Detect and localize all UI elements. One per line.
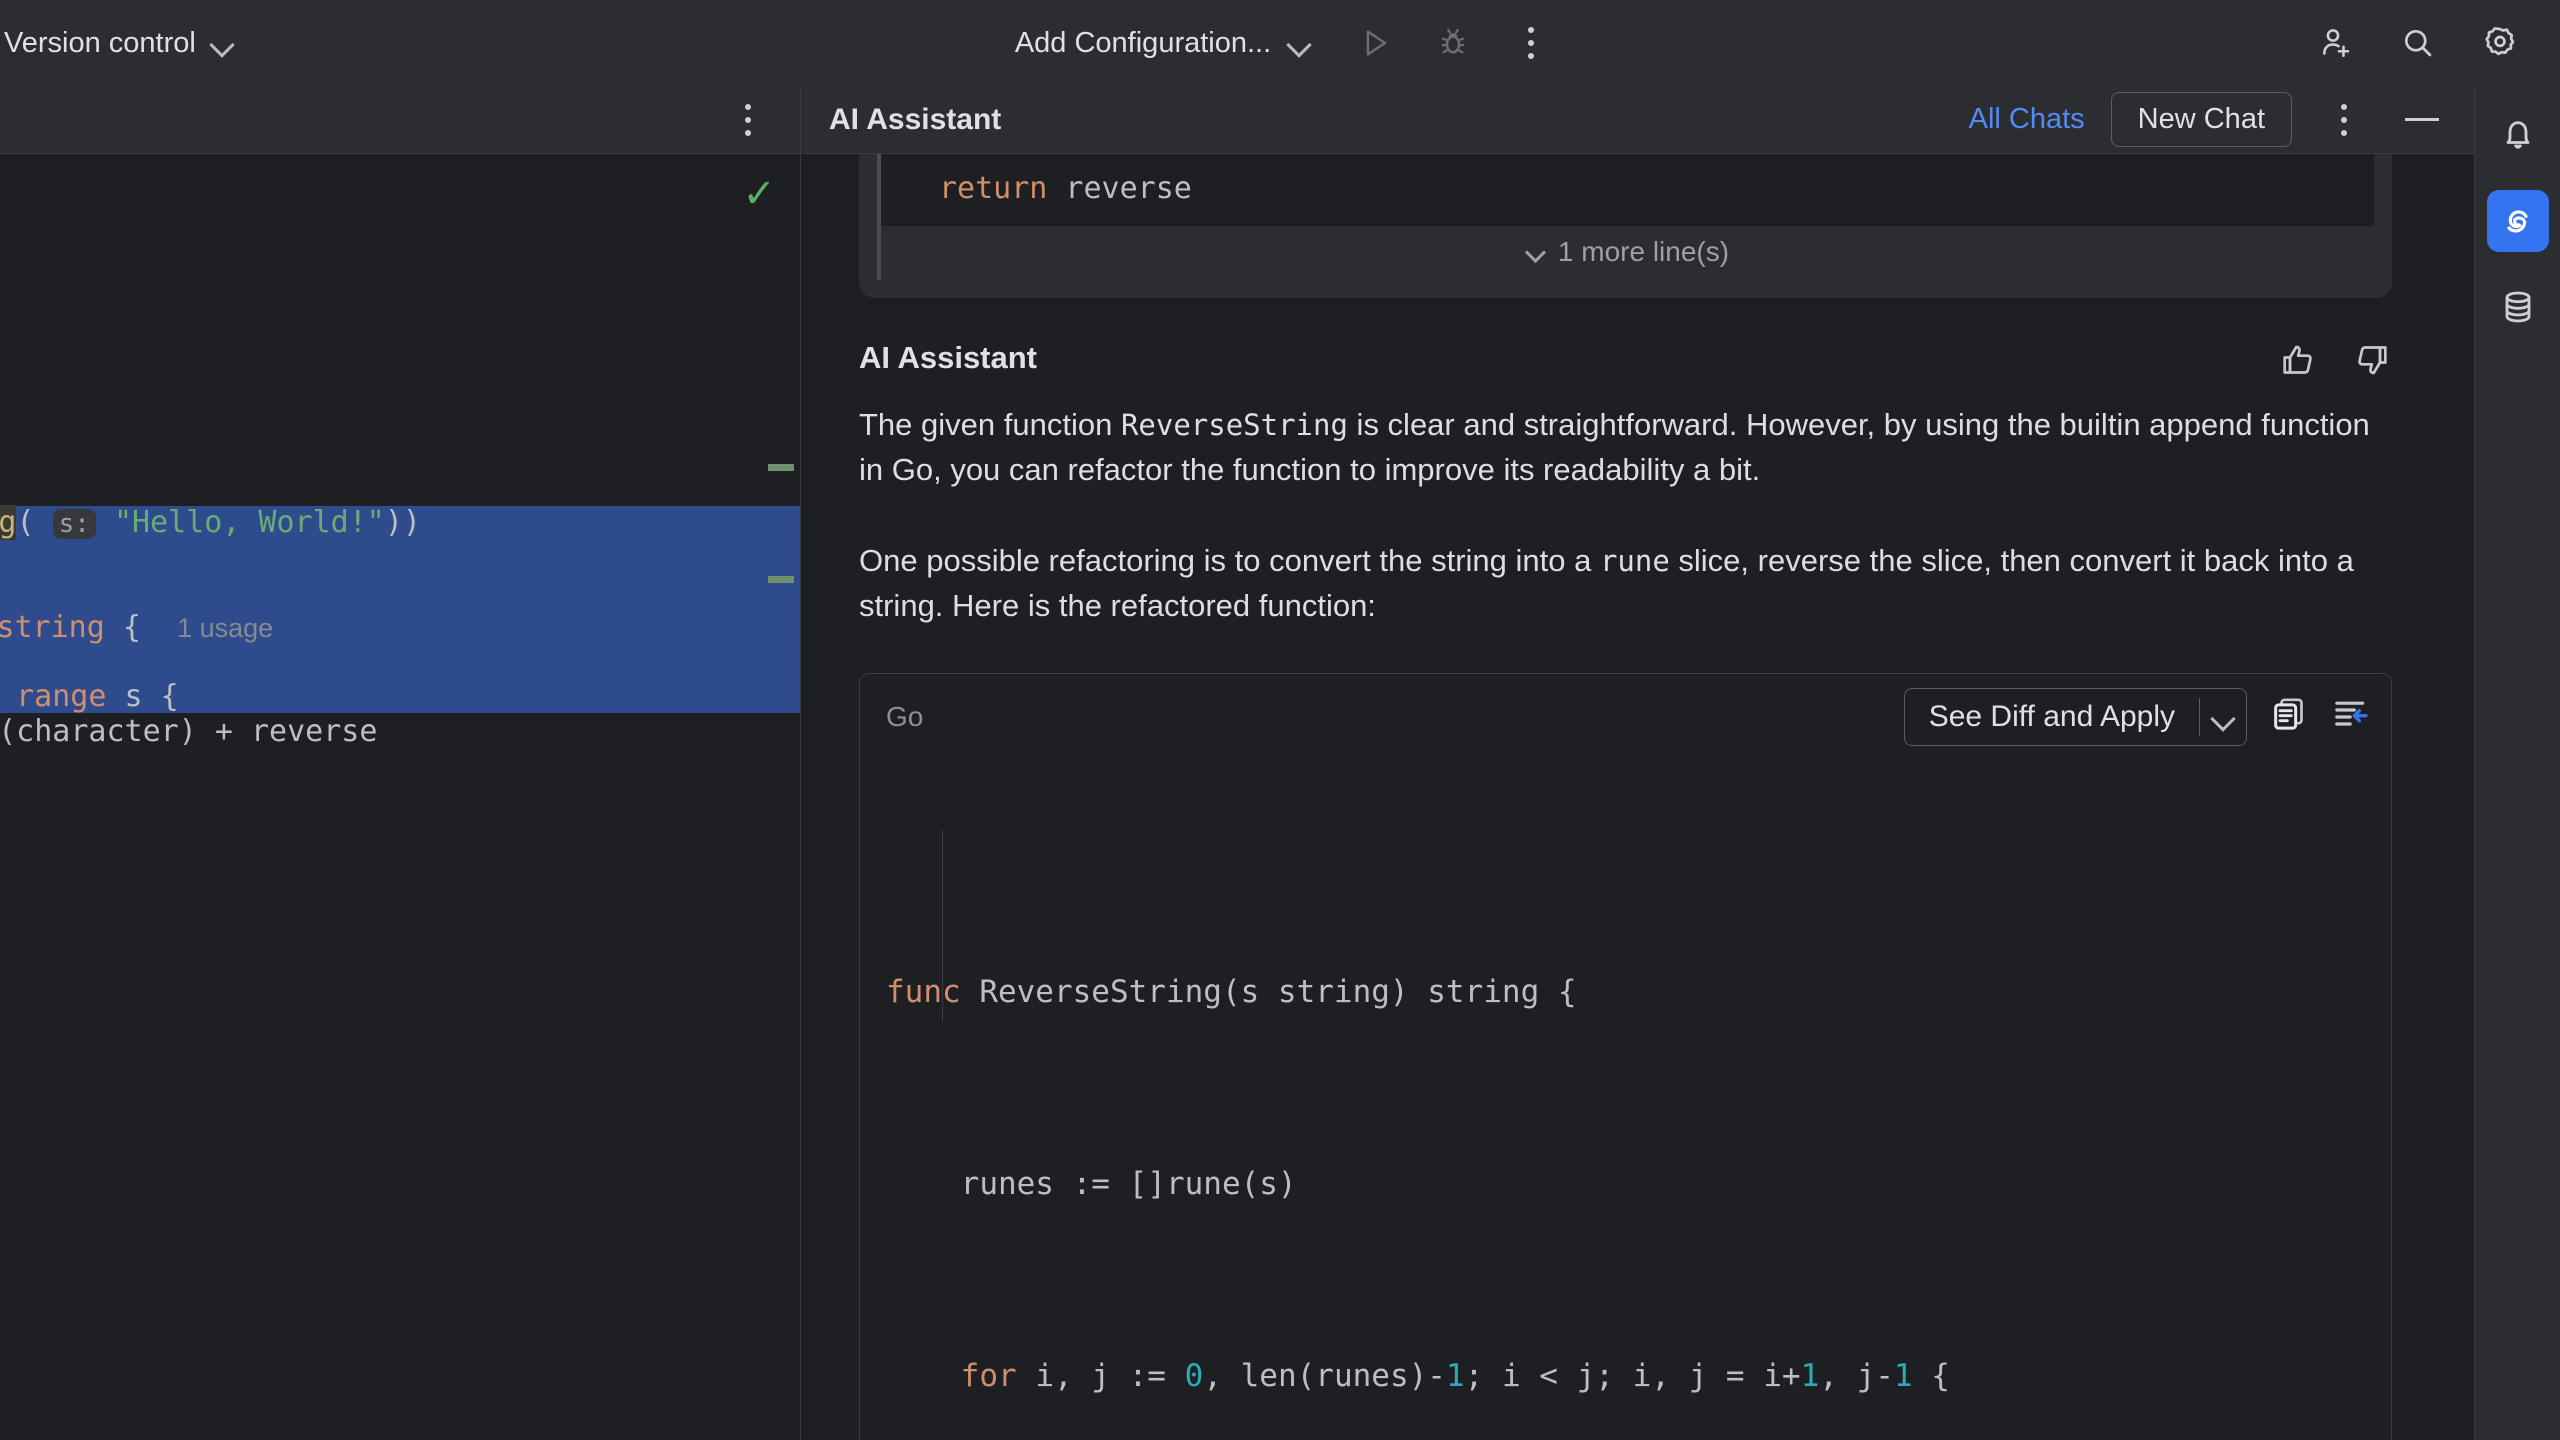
main-toolbar: Version control Add Configuration... bbox=[0, 0, 2560, 86]
editor-marker-stripe[interactable] bbox=[768, 576, 794, 583]
toolbar-more-actions-button[interactable] bbox=[1505, 17, 1557, 69]
message-header: AI Assistant bbox=[859, 340, 2392, 385]
search-button[interactable] bbox=[2392, 17, 2444, 69]
chevron-down-icon bbox=[2211, 705, 2235, 729]
chat-scroll-area[interactable]: return reverse 1 more line(s) AI Assista… bbox=[801, 154, 2474, 1440]
toolbar-right-group bbox=[2310, 17, 2560, 69]
more-actions-icon bbox=[1528, 27, 1535, 59]
run-icon bbox=[1366, 30, 1387, 56]
code-editor[interactable]: ✓ eString( s: "Hello, World!")) tring) s… bbox=[0, 154, 800, 1440]
code-suggestion-card: Go See Diff and Apply func ReverseString… bbox=[859, 672, 2392, 1440]
run-configuration-selector[interactable]: Add Configuration... bbox=[1003, 21, 1323, 66]
copy-code-button[interactable] bbox=[2269, 694, 2309, 739]
thumbs-up-icon bbox=[2283, 345, 2312, 374]
chevron-down-icon bbox=[1526, 243, 1544, 261]
quoted-code-rest: reverse bbox=[1047, 171, 1192, 206]
workspace: ✓ eString( s: "Hello, World!")) tring) s… bbox=[0, 86, 2560, 1440]
chevron-down-icon bbox=[210, 31, 234, 55]
new-chat-button[interactable]: New Chat bbox=[2110, 92, 2292, 147]
ide-window: Version control Add Configuration... ✓ g… bbox=[0, 0, 2560, 1440]
all-chats-link[interactable]: All Chats bbox=[1969, 103, 2085, 136]
inspection-status-icon[interactable]: ✓ bbox=[742, 174, 776, 214]
code-card-actions: See Diff and Apply bbox=[1903, 687, 2371, 746]
add-user-icon bbox=[2323, 29, 2350, 58]
minimize-panel-button[interactable] bbox=[2396, 94, 2448, 146]
panel-title: AI Assistant bbox=[829, 102, 1002, 136]
code-line: runes := []rune(s) bbox=[886, 1165, 1297, 1202]
thumbs-up-button[interactable] bbox=[2278, 340, 2318, 385]
quoted-code-keyword: return bbox=[939, 171, 1048, 206]
database-icon bbox=[2505, 291, 2530, 323]
ai-assistant-icon bbox=[2506, 210, 2528, 233]
indent-guide bbox=[942, 829, 943, 1022]
copy-icon bbox=[2274, 698, 2303, 730]
ai-assistant-header: AI Assistant All Chats New Chat bbox=[801, 86, 2474, 154]
message-feedback-actions bbox=[2278, 340, 2392, 385]
settings-gear-icon bbox=[2485, 27, 2515, 56]
inline-code: rune bbox=[1599, 543, 1670, 578]
code-language-label: Go bbox=[886, 700, 924, 732]
message-paragraph: One possible refactoring is to convert t… bbox=[859, 539, 2392, 629]
message-body: The given function ReverseString is clea… bbox=[859, 403, 2392, 629]
see-diff-and-apply-button[interactable]: See Diff and Apply bbox=[1905, 689, 2199, 745]
editor-code-line: eString( s: "Hello, World!")) bbox=[0, 494, 421, 553]
toolbar-center-group: Add Configuration... bbox=[0, 0, 2560, 86]
insert-at-caret-button[interactable] bbox=[2331, 694, 2371, 739]
insert-at-caret-icon bbox=[2335, 701, 2368, 726]
more-actions-icon bbox=[2341, 103, 2347, 136]
message-author: AI Assistant bbox=[859, 340, 1038, 375]
user-quoted-snippet: return reverse 1 more line(s) bbox=[859, 154, 2392, 298]
notifications-icon bbox=[2506, 121, 2529, 149]
ai-more-actions-button[interactable] bbox=[2318, 94, 2370, 146]
assistant-message: AI Assistant The given function ReverseS… bbox=[801, 298, 2474, 629]
paragraph-text: One possible refactoring is to convert t… bbox=[859, 542, 1600, 578]
usage-inlay-hint[interactable]: 1 usage bbox=[177, 613, 273, 643]
inline-code: ReverseString bbox=[1120, 408, 1348, 442]
ai-assistant-button[interactable] bbox=[2486, 190, 2549, 252]
editor-marker-stripe[interactable] bbox=[768, 464, 794, 471]
apply-options-dropdown-button[interactable] bbox=[2200, 689, 2246, 745]
code-card-header: Go See Diff and Apply bbox=[860, 673, 2391, 760]
code-card-body[interactable]: func ReverseString(s string) string { ru… bbox=[860, 760, 2391, 1440]
thumbs-down-button[interactable] bbox=[2352, 340, 2392, 385]
version-control-widget[interactable]: Version control bbox=[0, 19, 248, 68]
editor-type-keyword: string bbox=[0, 610, 105, 645]
minimize-icon bbox=[2405, 118, 2439, 121]
thumbs-down-icon bbox=[2358, 346, 2387, 375]
editor-pane: ✓ eString( s: "Hello, World!")) tring) s… bbox=[0, 86, 800, 1440]
editor-code-line: ng(character) + reverse bbox=[0, 714, 378, 749]
settings-button[interactable] bbox=[2474, 17, 2526, 69]
version-control-label: Version control bbox=[4, 26, 196, 59]
editor-function-name: eString bbox=[0, 505, 17, 540]
more-actions-icon bbox=[745, 103, 751, 136]
debug-button[interactable] bbox=[1427, 17, 1479, 69]
run-button[interactable] bbox=[1349, 17, 1401, 69]
paragraph-text: The given function bbox=[859, 407, 1121, 442]
editor-code-line: tring) string { 1 usage bbox=[0, 599, 273, 657]
parameter-hint: s: bbox=[52, 509, 96, 539]
ai-assistant-panel: AI Assistant All Chats New Chat return r… bbox=[800, 86, 2474, 1440]
run-configuration-label: Add Configuration... bbox=[1014, 26, 1272, 59]
editor-string-literal: "Hello, World!" bbox=[113, 505, 385, 540]
debug-icon bbox=[1441, 28, 1465, 54]
expand-more-lines-button[interactable]: 1 more line(s) bbox=[877, 226, 2374, 280]
quoted-code-line: return reverse bbox=[877, 154, 2374, 226]
database-button[interactable] bbox=[2487, 276, 2549, 338]
add-user-button[interactable] bbox=[2310, 17, 2362, 69]
code-line: func ReverseString(s string) string { bbox=[886, 973, 1577, 1010]
chevron-down-icon bbox=[1287, 31, 1311, 55]
editor-tab-bar bbox=[0, 86, 800, 154]
code-line: for i, j := 0, len(runes)-1; i < j; i, j… bbox=[960, 1357, 1950, 1394]
message-paragraph: The given function ReverseString is clea… bbox=[859, 403, 2392, 493]
notifications-button[interactable] bbox=[2487, 104, 2549, 166]
see-diff-and-apply-split-button[interactable]: See Diff and Apply bbox=[1903, 687, 2247, 746]
editor-more-actions-button[interactable] bbox=[722, 94, 774, 146]
right-tool-rail bbox=[2474, 86, 2560, 1440]
quoted-snippet-inner: return reverse 1 more line(s) bbox=[859, 154, 2392, 280]
more-lines-label: 1 more line(s) bbox=[1557, 236, 1730, 267]
ai-header-actions: All Chats New Chat bbox=[1969, 92, 2448, 147]
search-icon bbox=[2404, 29, 2432, 57]
